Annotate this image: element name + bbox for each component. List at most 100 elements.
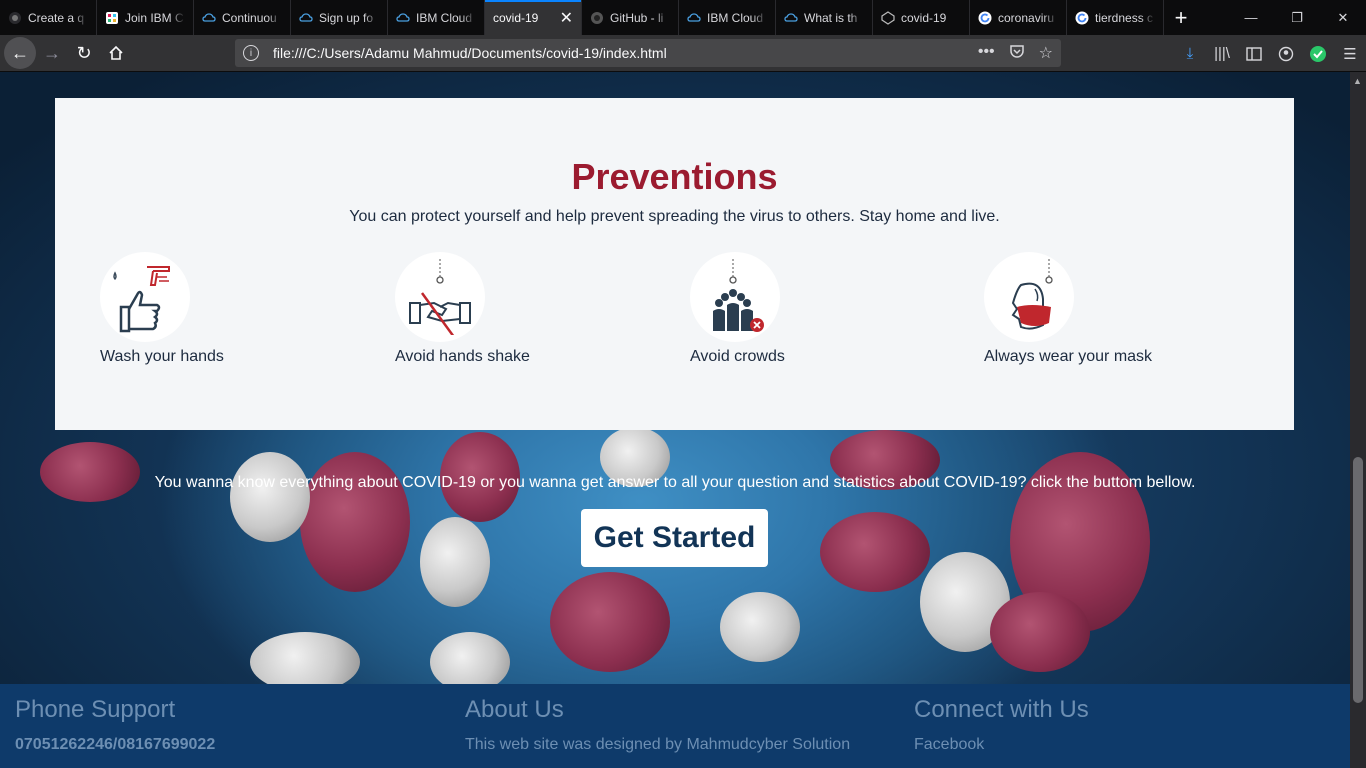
virus-spike	[230, 452, 310, 542]
tab-5-active[interactable]: covid-19 ✕	[485, 0, 582, 35]
tab-7[interactable]: IBM Cloud	[679, 0, 776, 35]
tab-2[interactable]: Continuou	[194, 0, 291, 35]
footer-phone-support: Phone Support 07051262246/08167699022	[15, 696, 215, 754]
home-icon	[109, 45, 123, 60]
page-viewport: Preventions You can protect yourself and…	[0, 72, 1350, 768]
tab-label: GitHub - li	[610, 10, 664, 25]
ibm-cloud-icon	[396, 12, 410, 22]
home-button[interactable]	[100, 37, 132, 69]
tab-0[interactable]: Create a q	[0, 0, 97, 35]
reload-icon: ↻	[76, 42, 92, 63]
library-icon[interactable]: |||\	[1206, 45, 1238, 62]
footer-connect: Connect with Us Facebook	[914, 696, 1089, 754]
about-text: This web site was designed by Mahmudcybe…	[465, 736, 851, 753]
virus-spike	[720, 592, 800, 662]
pocket-icon[interactable]	[1009, 43, 1025, 59]
tab-label: Create a q	[28, 10, 85, 25]
footer-heading: Connect with Us	[914, 696, 1089, 723]
virus-spike	[300, 452, 410, 592]
nav-bar: ← → ↻ i file:///C:/Users/Adamu Mahmud/Do…	[0, 35, 1366, 72]
tab-4[interactable]: IBM Cloud	[388, 0, 485, 35]
new-tab-button[interactable]: +	[1164, 0, 1198, 35]
footer-about-us: About Us This web site was designed by M…	[465, 696, 850, 754]
sidebar-icon[interactable]	[1238, 46, 1270, 62]
scroll-up-icon[interactable]: ▲	[1353, 76, 1362, 86]
more-actions-icon[interactable]: •••	[978, 43, 995, 63]
account-icon[interactable]	[1270, 46, 1302, 62]
reload-button[interactable]: ↻	[68, 37, 100, 69]
arrow-right-icon: →	[43, 42, 61, 63]
preventions-subtitle: You can protect yourself and help preven…	[349, 208, 1000, 225]
tab-label: IBM Cloud	[416, 10, 473, 25]
tab-label: Sign up fo	[319, 10, 374, 25]
ibm-cloud-icon	[202, 12, 216, 22]
no-handshake-icon	[395, 252, 485, 342]
back-button[interactable]: ←	[4, 37, 36, 69]
tab-label: coronaviru	[998, 10, 1055, 25]
ibm-cloud-icon	[784, 12, 798, 22]
virus-spike	[420, 517, 490, 607]
forward-button[interactable]: →	[36, 37, 68, 69]
page-scrollbar[interactable]: ▲	[1350, 72, 1366, 768]
google-icon	[1075, 11, 1089, 24]
tab-10[interactable]: coronaviru	[970, 0, 1067, 35]
slack-icon	[106, 11, 118, 24]
tab-label: covid-19	[901, 10, 947, 25]
tab-label: What is th	[804, 10, 858, 25]
prevention-item-wear-mask: Always wear your mask	[984, 252, 1244, 366]
footer-heading: About Us	[465, 696, 564, 723]
footer: Phone Support 07051262246/08167699022 Ab…	[0, 684, 1350, 768]
preventions-title: Preventions	[571, 156, 778, 197]
scrollbar-thumb[interactable]	[1353, 457, 1363, 703]
restore-icon[interactable]: ❐	[1274, 0, 1320, 35]
close-window-icon[interactable]: ✕	[1320, 0, 1366, 35]
tab-bar: Create a q Join IBM C Continuou Sign up …	[0, 0, 1366, 35]
virus-spike	[550, 572, 670, 672]
tab-label: tierdness c	[1095, 10, 1154, 25]
tab-label: Continuou	[222, 10, 277, 25]
bookmark-star-icon[interactable]: ☆	[1039, 43, 1053, 63]
arrow-left-icon: ←	[11, 42, 29, 63]
footer-heading: Phone Support	[15, 696, 176, 723]
tab-8[interactable]: What is th	[776, 0, 873, 35]
google-icon	[978, 11, 992, 24]
prevention-label: Avoid hands shake	[395, 348, 530, 365]
menu-icon[interactable]: ☰	[1334, 45, 1366, 63]
prevention-label: Avoid crowds	[690, 348, 785, 365]
phone-number[interactable]: 07051262246/08167699022	[15, 736, 215, 754]
github-icon	[591, 11, 603, 24]
url-bar[interactable]: i file:///C:/Users/Adamu Mahmud/Document…	[235, 39, 1061, 67]
toolbar-right: ⤓ |||\ ☰	[1174, 35, 1366, 72]
crowd-icon	[690, 252, 780, 342]
url-actions: ••• ☆	[978, 43, 1053, 63]
tab-6[interactable]: GitHub - li	[582, 0, 679, 35]
get-started-button[interactable]: Get Started	[581, 509, 768, 567]
prevention-label: Always wear your mask	[984, 348, 1153, 365]
tab-11[interactable]: tierdness c	[1067, 0, 1164, 35]
tab-9[interactable]: covid-19	[873, 0, 970, 35]
face-mask-icon	[984, 252, 1074, 342]
extension-check-icon[interactable]	[1302, 45, 1334, 63]
minimize-icon[interactable]: —	[1228, 0, 1274, 35]
preventions-card: Preventions You can protect yourself and…	[55, 98, 1294, 430]
prevention-item-no-handshake: Avoid hands shake	[395, 252, 655, 366]
cta-text: You wanna know everything about COVID-19…	[154, 474, 1196, 491]
tab-label: IBM Cloud	[707, 10, 764, 25]
virus-spike	[430, 632, 510, 692]
download-icon[interactable]: ⤓	[1174, 45, 1206, 62]
codepen-icon	[881, 10, 895, 25]
prevention-item-wash-hands: Wash your hands	[100, 252, 360, 366]
ibm-cloud-icon	[299, 12, 313, 22]
info-icon[interactable]: i	[243, 45, 259, 61]
prevention-label: Wash your hands	[100, 348, 224, 365]
facebook-link[interactable]: Facebook	[914, 736, 1089, 754]
tab-1[interactable]: Join IBM C	[97, 0, 194, 35]
virus-spike	[820, 512, 930, 592]
virus-spike	[990, 592, 1090, 672]
close-tab-icon[interactable]: ✕	[560, 8, 573, 28]
prevention-item-avoid-crowds: Avoid crowds	[690, 252, 950, 366]
tab-3[interactable]: Sign up fo	[291, 0, 388, 35]
url-text: file:///C:/Users/Adamu Mahmud/Documents/…	[273, 45, 667, 61]
ibm-cloud-icon	[687, 12, 701, 22]
hand-wash-icon	[100, 252, 190, 342]
